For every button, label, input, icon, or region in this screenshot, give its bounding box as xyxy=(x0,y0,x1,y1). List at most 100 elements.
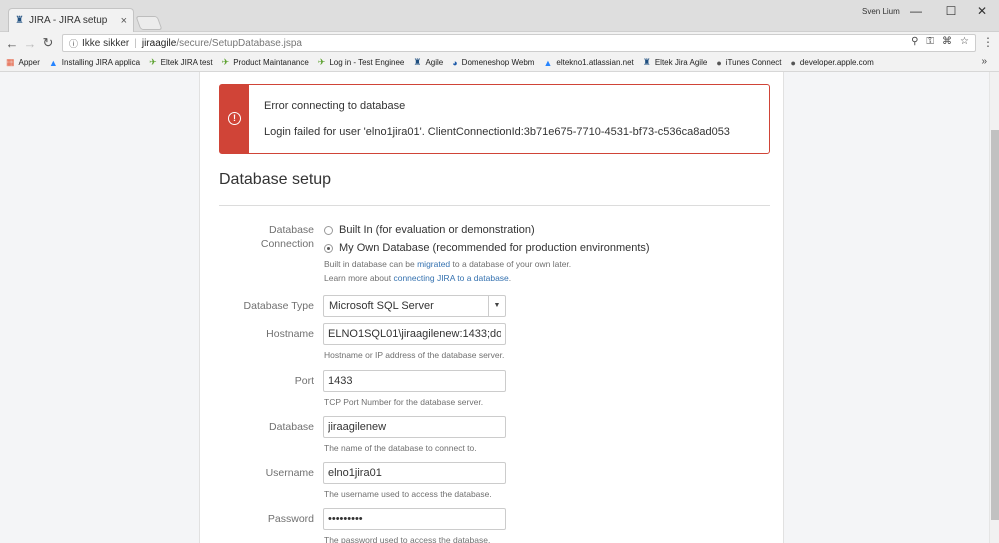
bookmark-label: Eltek Jira Agile xyxy=(654,58,708,67)
minimize-icon[interactable]: — xyxy=(906,4,926,18)
port-label: Port xyxy=(294,375,314,387)
bookmark-item[interactable]: ✈ Log in - Test Enginee xyxy=(318,57,405,68)
reload-icon[interactable]: ↻ xyxy=(39,35,57,51)
maximize-icon[interactable]: ☐ xyxy=(941,4,961,18)
bookmark-label: Domeneshop Webm xyxy=(461,58,535,67)
new-tab-button[interactable] xyxy=(135,16,163,30)
url-path: /secure/SetupDatabase.jspa xyxy=(176,37,302,49)
bookmark-item[interactable]: ◕ Domeneshop Webm xyxy=(452,58,534,68)
database-input[interactable] xyxy=(323,416,506,438)
error-strip: ! xyxy=(220,85,249,153)
migrated-link[interactable]: migrated xyxy=(417,259,450,269)
username-label: Username xyxy=(265,467,314,479)
url-separator: | xyxy=(134,37,137,49)
browser-toolbar: ← → ↻ ⓘ Ikke sikker | jiraagile /secure/… xyxy=(0,32,999,54)
learn-more-help: Learn more about connecting JIRA to a da… xyxy=(324,273,511,283)
bookmark-label: Product Maintanance xyxy=(233,58,309,67)
apple-icon: ● xyxy=(790,57,796,68)
tab-close-icon[interactable]: × xyxy=(121,15,127,27)
db-type-select[interactable]: Microsoft SQL Server ▼ xyxy=(323,295,506,317)
builtin-help-text-end: to a database of your own later. xyxy=(450,259,572,269)
radio-builtin-row[interactable]: Built In (for evaluation or demonstratio… xyxy=(324,224,535,236)
bookmark-item[interactable]: ✈ Eltek JIRA test xyxy=(149,57,213,68)
browser-menu-icon[interactable]: ⋮ xyxy=(982,35,994,49)
bookmark-label: iTunes Connect xyxy=(725,58,782,67)
chevron-down-icon[interactable]: ▼ xyxy=(488,296,505,316)
bookmark-item[interactable]: ● developer.apple.com xyxy=(790,58,873,68)
page-title: Database setup xyxy=(219,171,332,188)
address-bar[interactable]: ⓘ Ikke sikker | jiraagile /secure/SetupD… xyxy=(62,34,976,52)
db-type-label: Database Type xyxy=(243,300,314,312)
password-input[interactable] xyxy=(323,508,506,530)
radio-own-label[interactable]: My Own Database (recommended for product… xyxy=(339,242,650,254)
bookmark-label: Log in - Test Enginee xyxy=(329,58,405,67)
star-icon[interactable]: ☆ xyxy=(960,36,969,47)
security-indicator[interactable]: Ikke sikker xyxy=(82,38,129,49)
database-help: The name of the database to connect to. xyxy=(324,443,477,453)
password-help: The password used to access the database… xyxy=(324,535,491,543)
connecting-jira-link[interactable]: connecting JIRA to a database xyxy=(393,273,508,283)
apple-icon: ● xyxy=(716,57,722,68)
database-label: Database xyxy=(269,421,314,433)
info-icon[interactable]: ⓘ xyxy=(69,37,78,50)
radio-own-row[interactable]: My Own Database (recommended for product… xyxy=(324,242,650,254)
domeneshop-icon: ◕ xyxy=(452,57,458,68)
bookmark-label: Eltek JIRA test xyxy=(160,58,213,67)
learn-more-text-end: . xyxy=(508,273,512,283)
bookmark-label: Apper xyxy=(18,58,40,67)
bookmark-label: developer.apple.com xyxy=(799,58,874,67)
password-label: Password xyxy=(267,513,314,525)
learn-more-text: Learn more about xyxy=(324,273,394,283)
error-message-box: ! Error connecting to database Login fai… xyxy=(219,84,770,154)
page-content: ! Error connecting to database Login fai… xyxy=(0,72,989,543)
username-help: The username used to access the database… xyxy=(324,489,492,499)
bookmark-item[interactable]: ▲ Installing JIRA applica xyxy=(49,58,140,68)
zoom-icon[interactable]: ⚲ xyxy=(911,36,918,47)
page-scrollbar[interactable] xyxy=(989,72,999,543)
apps-icon: ▦ xyxy=(6,57,15,67)
bookmark-item[interactable]: ● iTunes Connect xyxy=(716,58,781,68)
error-icon: ! xyxy=(228,112,241,125)
setup-panel: ! Error connecting to database Login fai… xyxy=(199,72,784,543)
error-title: Error connecting to database xyxy=(264,100,406,112)
browser-titlebar: ♜ JIRA - JIRA setup × Sven Lium — ☐ ✕ xyxy=(0,0,999,32)
bookmark-item[interactable]: ▦ Apper xyxy=(6,57,40,68)
radio-builtin-label[interactable]: Built In (for evaluation or demonstratio… xyxy=(339,224,535,236)
atlassian-icon: ▲ xyxy=(48,57,58,68)
profile-name[interactable]: Sven Lium xyxy=(862,7,900,16)
scrollbar-thumb[interactable] xyxy=(991,130,999,520)
key-icon[interactable]: ⚿ xyxy=(926,36,934,47)
address-bar-actions: ⚲ ⚿ ⌘ ☆ xyxy=(911,36,969,47)
bookmark-item[interactable]: ♜ Eltek Jira Agile xyxy=(643,57,708,68)
bookmark-item[interactable]: ✈ Product Maintanance xyxy=(222,57,309,68)
tab-title: JIRA - JIRA setup xyxy=(28,15,108,26)
eltek-icon: ✈ xyxy=(149,57,157,67)
title-divider xyxy=(219,205,770,206)
bookmark-item[interactable]: ▲ eltekno1.atlassian.net xyxy=(543,58,633,68)
username-input[interactable] xyxy=(323,462,506,484)
bookmarks-overflow-icon[interactable]: » xyxy=(981,56,987,67)
connection-label-line2: Connection xyxy=(260,238,314,250)
jira-icon: ♜ xyxy=(413,57,422,67)
url-host: jiraagile xyxy=(141,37,177,49)
connection-label-line1: Database xyxy=(269,224,314,236)
hostname-input[interactable] xyxy=(323,323,506,345)
eltek-icon: ✈ xyxy=(221,57,230,67)
db-type-value: Microsoft SQL Server xyxy=(329,300,434,312)
port-help: TCP Port Number for the database server. xyxy=(324,397,484,407)
forward-icon[interactable]: → xyxy=(21,36,39,51)
builtin-help-text: Built in database can be xyxy=(324,259,418,269)
radio-own-database[interactable] xyxy=(324,243,333,253)
radio-builtin[interactable] xyxy=(324,225,333,235)
bookmark-label: eltekno1.atlassian.net xyxy=(556,58,634,67)
jira-favicon-icon: ♜ xyxy=(15,15,24,26)
hostname-label: Hostname xyxy=(266,328,314,340)
browser-tab[interactable]: ♜ JIRA - JIRA setup × xyxy=(8,8,134,32)
close-window-icon[interactable]: ✕ xyxy=(972,4,992,18)
bookmark-label: Agile xyxy=(425,58,444,67)
back-icon[interactable]: ← xyxy=(3,36,21,51)
bookmark-item[interactable]: ♜ Agile xyxy=(413,57,443,68)
port-input[interactable] xyxy=(323,370,506,392)
translate-icon[interactable]: ⌘ xyxy=(942,36,952,47)
hostname-help: Hostname or IP address of the database s… xyxy=(324,350,505,360)
